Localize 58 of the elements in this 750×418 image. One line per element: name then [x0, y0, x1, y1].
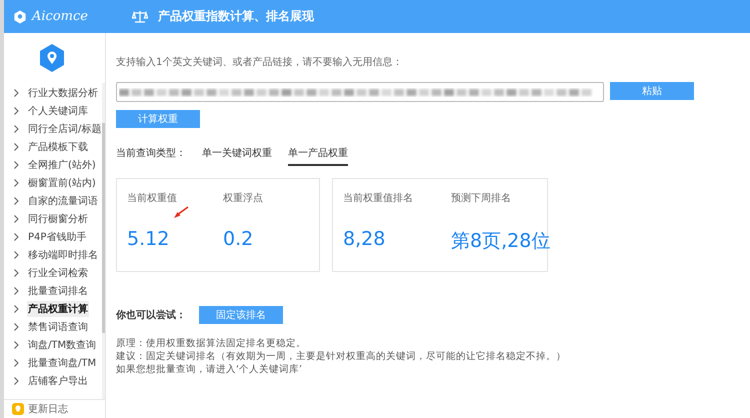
chevron-icon	[14, 251, 19, 259]
hint-text: 支持输入1个英文关键词、或者产品链接，请不要输入无用信息：	[116, 56, 404, 69]
chevron-icon	[14, 143, 19, 151]
sidebar-item[interactable]: 同行橱窗分析	[4, 210, 102, 228]
chevron-icon	[14, 197, 19, 205]
note-text: 如果您想批量查询，请进入‘个人关键词库’	[116, 363, 304, 376]
arrow-icon	[173, 206, 189, 219]
query-type-label: 当前查询类型：	[116, 146, 186, 160]
stat-label: 权重浮点	[223, 192, 264, 205]
lightbulb-icon	[12, 403, 24, 415]
query-type-tab[interactable]: 单一关键词权重	[202, 146, 272, 166]
sidebar-item[interactable]: 全网推广(站外)	[4, 156, 102, 174]
sidebar-item[interactable]: 店铺客户导出	[4, 372, 102, 390]
sidebar-item[interactable]: 行业全词检索	[4, 264, 102, 282]
changelog-link[interactable]: 更新日志	[28, 402, 68, 416]
chevron-icon	[14, 89, 19, 97]
chevron-icon	[14, 233, 19, 241]
sidebar-item[interactable]: 批量查询盘/TM	[4, 354, 102, 372]
sidebar-item[interactable]: 同行全店词/标题	[4, 120, 102, 138]
sidebar-item[interactable]: 行业大数据分析	[4, 84, 102, 102]
chevron-icon	[14, 215, 19, 223]
stat-value: 8,28	[343, 228, 386, 250]
chevron-icon	[14, 359, 19, 367]
sidebar-item[interactable]: 橱窗置前(站内)	[4, 174, 102, 192]
stat-label: 当前权重值排名	[343, 192, 414, 205]
scale-icon	[132, 10, 148, 24]
try-label: 你也可以尝试：	[116, 308, 186, 322]
sidebar-item[interactable]: P4P省钱助手	[4, 228, 102, 246]
chevron-icon	[14, 305, 19, 313]
sidebar-item[interactable]: 批量查词排名	[4, 282, 102, 300]
stat-label: 当前权重值	[127, 192, 178, 205]
input-field[interactable]	[116, 82, 604, 102]
note-text: 原理：使用权重数据算法固定排名更稳定。	[116, 337, 307, 350]
chevron-icon	[14, 161, 19, 169]
chevron-icon	[14, 179, 19, 187]
stat-value: 0.2	[223, 228, 254, 250]
chevron-icon	[14, 125, 19, 133]
logo-icon	[13, 10, 27, 24]
chevron-icon	[14, 269, 19, 277]
brand-name: Aicomce	[32, 9, 88, 24]
chevron-icon	[14, 107, 19, 115]
note-text: 建议：固定关键词排名（有效期为一周，主要是针对权重高的关键词，尽可能的让它排名稳定不掉。）	[116, 350, 567, 363]
page-title: 产品权重指数计算、排名展现	[158, 8, 314, 25]
sidebar-item[interactable]: 禁售词语查询	[4, 318, 102, 336]
sidebar-item[interactable]: 自家的流量词语	[4, 192, 102, 210]
sidebar-item[interactable]: 产品模板下载	[4, 138, 102, 156]
query-type-tab[interactable]: 单一产品权重	[288, 146, 348, 166]
sidebar-item[interactable]: 询盘/TM数查询	[4, 336, 102, 354]
sidebar-item[interactable]: 移动端即时排名	[4, 246, 102, 264]
scrollbar[interactable]	[102, 83, 105, 399]
chevron-icon	[14, 287, 19, 295]
chevron-icon	[14, 377, 19, 385]
stat-value: 5.12	[127, 228, 170, 250]
location-pin-icon	[38, 43, 64, 73]
chevron-icon	[14, 323, 19, 331]
stat-label: 预测下周排名	[451, 192, 512, 205]
sidebar-item[interactable]: 个人关键词库	[4, 102, 102, 120]
chevron-icon	[14, 341, 19, 349]
